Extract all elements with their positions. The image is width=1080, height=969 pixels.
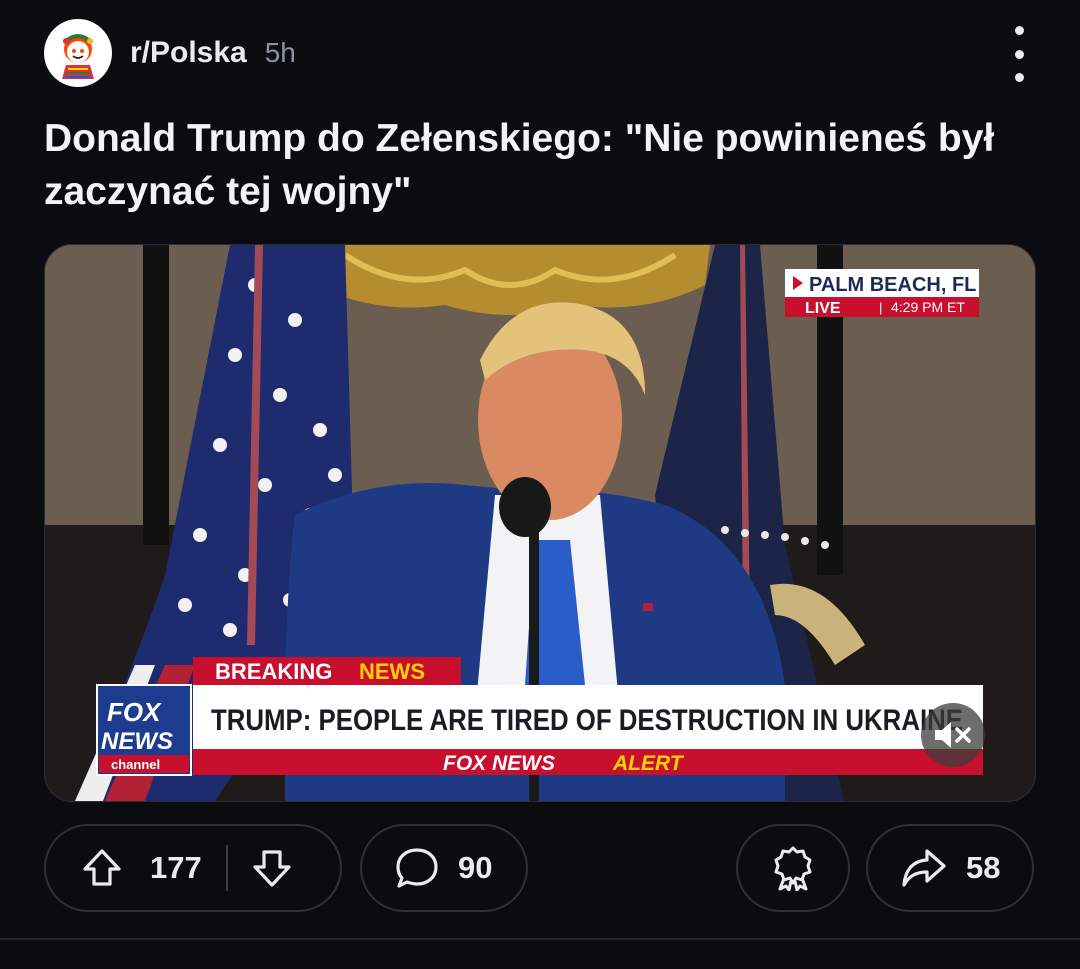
vote-bar: 177 [44,824,342,912]
video-location: PALM BEACH, FL [809,274,976,296]
svg-text:|: | [879,300,882,315]
video-player[interactable]: PALM BEACH, FL LIVE | 4:29 PM ET BREAKIN… [44,244,1036,802]
mute-toggle-button[interactable] [921,703,985,767]
award-icon [774,846,812,891]
video-frame: PALM BEACH, FL LIVE | 4:29 PM ET BREAKIN… [45,245,1035,801]
live-time: 4:29 PM ET [891,299,965,315]
post-age: 5h [264,37,296,68]
post-header: r/Polska 5h [44,18,1036,88]
alert-suffix: ALERT [612,752,685,775]
logo-channel: channel [111,757,160,772]
share-button[interactable]: 58 [866,824,1034,912]
subreddit-avatar[interactable] [44,19,112,87]
reddit-post: r/Polska 5h Donald Trump do Zełenskiego:… [0,0,1080,969]
post-separator [0,938,1080,940]
comments-button[interactable]: 90 [360,824,528,912]
logo-fox: FOX [107,697,162,727]
upvote-arrow-icon [83,849,121,886]
more-options-button[interactable] [1004,26,1034,82]
upvote-count: 177 [150,850,202,885]
subreddit-name[interactable]: r/Polska [130,36,247,70]
more-vertical-dot [1014,73,1024,82]
downvote-button[interactable] [250,846,294,890]
breaking-label: BREAKING [215,659,332,684]
subreddit-mascot-icon [62,34,94,79]
award-button[interactable] [736,824,850,912]
muted-speaker-icon [935,722,971,748]
fox-news-logo: FOX NEWS channel [96,684,192,776]
post-title[interactable]: Donald Trump do Zełenskiego: "Nie powini… [44,112,1034,218]
share-arrow-icon [902,849,946,887]
upvote-button[interactable] [80,846,124,890]
alert-label: FOX NEWS [443,752,555,775]
headline-text: TRUMP: PEOPLE ARE TIRED OF DESTRUCTION I… [211,704,963,737]
more-vertical-dot [1014,49,1024,59]
share-count: 58 [966,850,1001,885]
live-location-bug: PALM BEACH, FL LIVE | 4:29 PM ET [785,269,979,317]
logo-news: NEWS [101,728,173,755]
live-label: LIVE [805,300,841,317]
downvote-arrow-icon [253,850,291,887]
vote-divider [225,845,228,891]
news-label: NEWS [359,659,425,684]
comment-count: 90 [458,850,493,885]
comment-bubble-icon [396,848,438,888]
more-vertical-icon [1014,26,1024,35]
